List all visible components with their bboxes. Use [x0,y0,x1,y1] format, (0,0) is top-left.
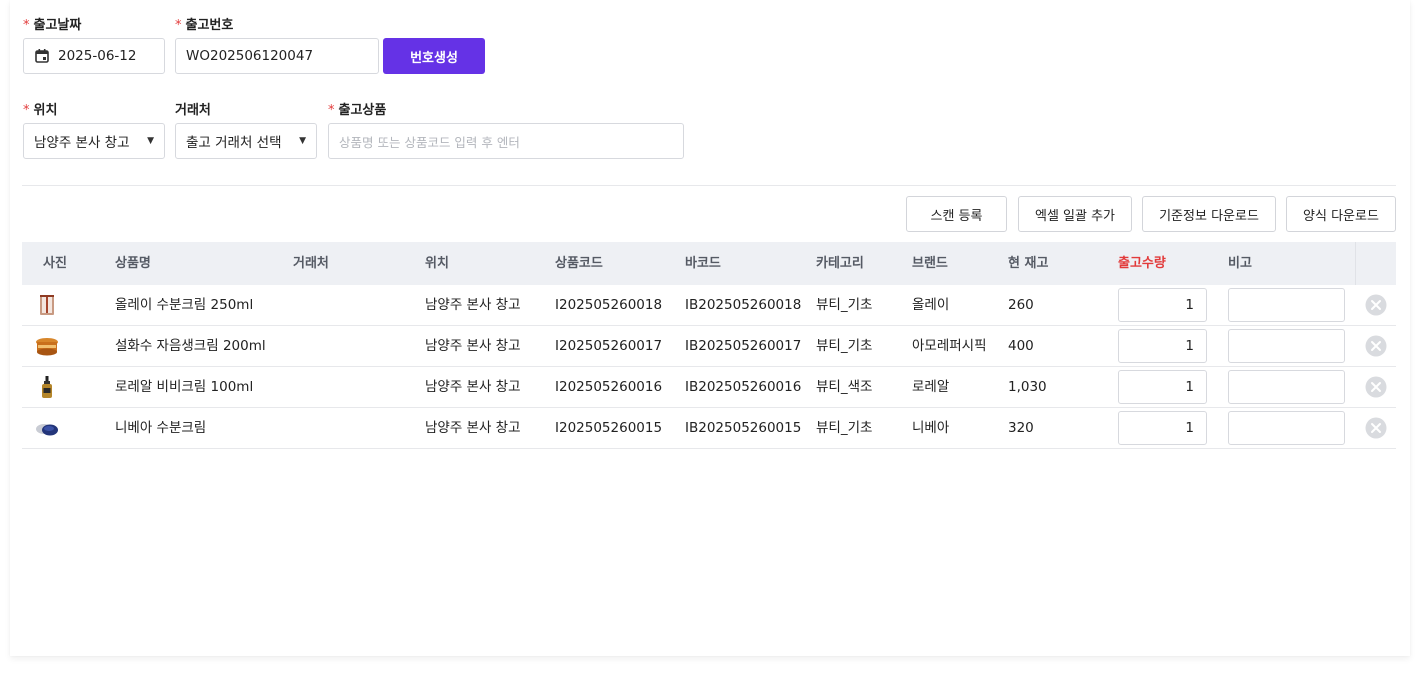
date-field[interactable]: 2025-06-12 [23,38,165,74]
stock: 320 [1008,420,1034,436]
table-row: 올레이 수분크림 250ml 남양주 본사 창고 I202505260018 I… [22,285,1396,326]
location: 남양주 본사 창고 [425,297,521,313]
number-label: * 출고번호 [175,18,234,33]
remove-row-icon[interactable] [1365,376,1387,398]
location: 남양주 본사 창고 [425,420,521,436]
quantity-input[interactable]: 1 [1118,288,1207,322]
template-download-button[interactable]: 양식 다운로드 [1286,196,1396,232]
memo-input[interactable] [1228,329,1345,363]
brand: 니베아 [912,420,950,436]
location-label: * 위치 [23,103,58,118]
stock: 1,030 [1008,379,1047,395]
header-brand: 브랜드 [912,256,948,271]
quantity-input[interactable]: 1 [1118,329,1207,363]
barcode: IB202505260018 [685,297,802,313]
category: 뷰티_색조 [816,379,873,395]
quantity-input[interactable]: 1 [1118,370,1207,404]
header-divider [1355,242,1356,285]
header-barcode: 바코드 [685,256,721,271]
location: 남양주 본사 창고 [425,338,521,354]
category: 뷰티_기초 [816,338,873,354]
stock: 400 [1008,338,1034,354]
generate-number-button[interactable]: 번호생성 [383,38,485,74]
scan-register-button[interactable]: 스캔 등록 [906,196,1007,232]
table-row: 설화수 자음생크림 200ml 남양주 본사 창고 I202505260017 … [22,326,1396,367]
product-name: 설화수 자음생크림 200ml [115,338,266,354]
memo-input[interactable] [1228,288,1345,322]
location-select[interactable]: 남양주 본사 창고 ▼ [23,123,165,159]
product-code: I202505260016 [555,379,663,395]
brand: 로레알 [912,379,950,395]
product-name: 로레알 비비크림 100ml [115,379,254,395]
header-location: 위치 [425,256,449,271]
product-code: I202505260017 [555,338,663,354]
brand: 올레이 [912,297,950,313]
product-code: I202505260015 [555,420,663,436]
product-name: 올레이 수분크림 250ml [115,297,254,313]
header-photo: 사진 [43,256,67,271]
caret-down-icon: ▼ [147,136,154,146]
cream-tin-icon [34,416,60,440]
product-code: I202505260018 [555,297,663,313]
caret-down-icon: ▼ [299,136,306,146]
barcode: IB202505260015 [685,420,802,436]
table-row: 로레알 비비크림 100ml 남양주 본사 창고 I202505260016 I… [22,367,1396,408]
calendar-icon [34,48,50,64]
header-category: 카테고리 [816,256,864,271]
location: 남양주 본사 창고 [425,379,521,395]
table-row: 니베아 수분크림 남양주 본사 창고 I202505260015 IB20250… [22,408,1396,449]
category: 뷰티_기초 [816,420,873,436]
remove-row-icon[interactable] [1365,417,1387,439]
product-search-input[interactable]: 상품명 또는 상품코드 입력 후 엔터 [328,123,684,159]
memo-input[interactable] [1228,411,1345,445]
product-label: * 출고상품 [328,103,387,118]
header-code: 상품코드 [555,256,603,271]
master-data-download-button[interactable]: 기준정보 다운로드 [1142,196,1276,232]
header-memo: 비고 [1228,256,1252,271]
partner-select[interactable]: 출고 거래처 선택 ▼ [175,123,317,159]
table-header: 사진 상품명 거래처 위치 상품코드 바코드 카테고리 브랜드 현 재고 출고수… [22,242,1396,285]
excel-bulk-add-button[interactable]: 엑셀 일괄 추가 [1018,196,1132,232]
barcode: IB202505260017 [685,338,802,354]
header-partner: 거래처 [293,256,329,271]
section-divider [22,185,1396,186]
barcode: IB202505260016 [685,379,802,395]
brand: 아모레퍼시픽 [912,338,987,354]
memo-input[interactable] [1228,370,1345,404]
date-value: 2025-06-12 [58,48,137,64]
header-qty: 출고수량 [1118,256,1166,271]
header-name: 상품명 [115,256,151,271]
header-stock: 현 재고 [1008,256,1049,271]
remove-row-icon[interactable] [1365,294,1387,316]
partner-label: 거래처 [175,103,211,118]
outbound-number-input[interactable]: WO202506120047 [175,38,379,74]
stock: 260 [1008,297,1034,313]
remove-row-icon[interactable] [1365,335,1387,357]
serum-bottle-icon [34,375,60,399]
date-label: * 출고날짜 [23,18,82,33]
cream-box-icon [34,293,60,317]
product-name: 니베아 수분크림 [115,420,207,436]
quantity-input[interactable]: 1 [1118,411,1207,445]
category: 뷰티_기초 [816,297,873,313]
cream-jar-icon [34,334,60,358]
